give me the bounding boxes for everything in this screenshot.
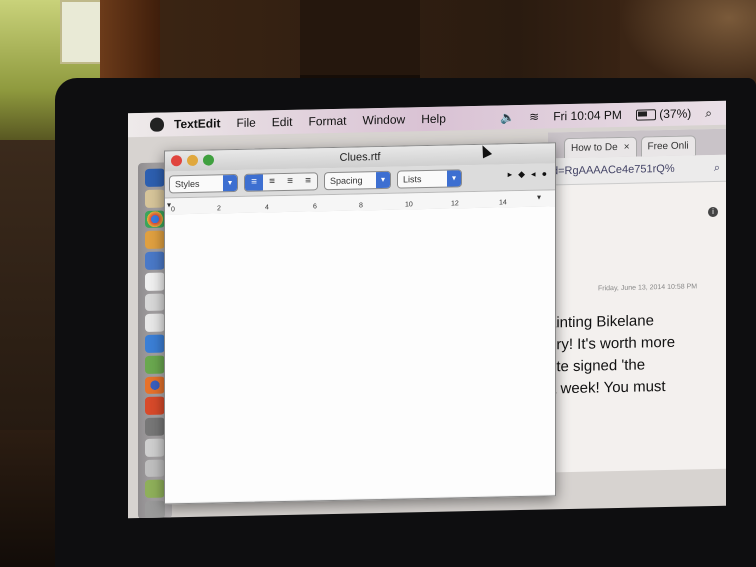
browser-window: How to De × Free Onli d=RgAAAACe4e751rQ% …	[548, 128, 726, 473]
post-body: ainting Bikelane ery! It's worth more ot…	[548, 309, 726, 401]
center-tab-icon[interactable]: ◆	[518, 169, 525, 180]
laptop-screen: TextEdit File Edit Format Window Help 🔈 …	[128, 100, 726, 519]
app-icon[interactable]	[145, 438, 165, 457]
volume-icon[interactable]: 🔈	[500, 110, 515, 124]
post-date: Friday, June 13, 2014 10:58 PM	[598, 283, 698, 293]
styles-label: Styles	[175, 178, 200, 190]
browser-tab[interactable]: How to De ×	[564, 136, 637, 159]
menu-edit[interactable]: Edit	[272, 115, 293, 129]
wifi-icon[interactable]: ≋	[529, 110, 539, 124]
close-button[interactable]	[171, 155, 182, 167]
room-window-frame	[60, 0, 102, 64]
clock[interactable]: Fri 10:04 PM	[553, 108, 622, 123]
document-title: Clues.rtf	[339, 150, 381, 164]
align-left-button[interactable]: ≡	[245, 174, 263, 191]
tab-label: How to De	[571, 142, 618, 154]
ruler-number: 6	[313, 203, 317, 211]
lists-label: Lists	[403, 174, 422, 185]
right-margin-marker[interactable]: ▾	[537, 193, 541, 202]
app-icon[interactable]	[145, 417, 165, 436]
spacing-label: Spacing	[330, 175, 363, 187]
app-icon[interactable]	[145, 313, 165, 333]
finder-icon[interactable]	[145, 168, 165, 187]
textedit-window: Clues.rtf Styles ▾ ≡ ≡ ≡ ≡ Spacing ▾ Lis…	[164, 142, 556, 505]
app-icon[interactable]	[145, 272, 165, 291]
zoom-button[interactable]	[203, 154, 214, 166]
tab-label: Free Onli	[647, 140, 689, 153]
align-right-button[interactable]: ≡	[281, 173, 299, 191]
align-center-button[interactable]: ≡	[263, 174, 281, 191]
window-controls	[171, 154, 214, 167]
battery-indicator[interactable]: (37%)	[635, 106, 692, 122]
menu-format[interactable]: Format	[308, 114, 346, 129]
chevron-down-icon: ▾	[447, 170, 461, 187]
menu-help[interactable]: Help	[421, 112, 446, 127]
app-icon[interactable]	[145, 230, 165, 249]
app-icon[interactable]	[145, 355, 165, 374]
app-icon[interactable]	[145, 396, 165, 416]
ruler-number: 12	[451, 200, 459, 208]
firefox-icon[interactable]	[145, 376, 165, 395]
browser-tab[interactable]: Free Onli	[640, 135, 696, 157]
ruler-number: 10	[405, 201, 413, 209]
apple-icon[interactable]	[150, 117, 164, 132]
post-line: a week! You must	[548, 378, 666, 398]
app-icon[interactable]	[145, 479, 165, 499]
shelf	[300, 0, 420, 78]
ruler-number: 14	[499, 199, 507, 207]
url-text: d=RgAAAACe4e751rQ%	[552, 162, 675, 178]
folder-icon[interactable]	[145, 189, 165, 208]
trash-icon[interactable]	[145, 500, 165, 519]
ruler-number: 4	[265, 204, 269, 212]
lists-popup[interactable]: Lists ▾	[397, 169, 462, 189]
justify-button[interactable]: ≡	[299, 173, 317, 190]
spacing-popup[interactable]: Spacing ▾	[324, 170, 391, 191]
battery-icon	[635, 109, 656, 121]
menu-window[interactable]: Window	[363, 112, 406, 127]
tab-stop-marker[interactable]: ▾	[167, 200, 171, 209]
alignment-control: ≡ ≡ ≡ ≡	[244, 172, 318, 192]
info-icon[interactable]: i	[708, 206, 718, 218]
tab-stop-controls: ▸ ◆ ◂ ●	[508, 168, 547, 180]
close-tab-icon[interactable]: ×	[624, 142, 630, 153]
chrome-icon[interactable]	[145, 210, 165, 229]
search-icon[interactable]: ⌕	[714, 161, 720, 174]
document-text-area[interactable]	[165, 206, 555, 503]
ruler-number: 0	[171, 206, 175, 214]
right-tab-icon[interactable]: ◂	[531, 169, 536, 180]
app-icon[interactable]	[145, 293, 165, 312]
ruler-number: 8	[359, 202, 363, 210]
menu-file[interactable]: File	[236, 116, 255, 130]
browser-tab-strip: How to De × Free Onli	[548, 128, 726, 159]
ruler-number: 2	[217, 205, 221, 213]
chevron-down-icon: ▾	[376, 171, 390, 189]
url-bar[interactable]: d=RgAAAACe4e751rQ% ⌕	[548, 154, 726, 186]
chevron-down-icon: ▾	[223, 174, 237, 192]
app-icon[interactable]	[145, 251, 165, 270]
minimize-button[interactable]	[187, 154, 198, 167]
lamp-glow	[620, 0, 756, 90]
menu-app-name[interactable]: TextEdit	[174, 116, 220, 131]
styles-popup[interactable]: Styles ▾	[169, 173, 238, 194]
battery-percent: (37%)	[659, 106, 692, 122]
safari-icon[interactable]	[145, 334, 165, 353]
menubar-status: 🔈 ≋ Fri 10:04 PM (37%) ⌕	[500, 105, 726, 125]
decimal-tab-icon[interactable]: ●	[542, 168, 547, 179]
app-icon[interactable]	[145, 459, 165, 478]
spotlight-icon[interactable]: ⌕	[705, 106, 712, 121]
left-tab-icon[interactable]: ▸	[508, 169, 513, 180]
